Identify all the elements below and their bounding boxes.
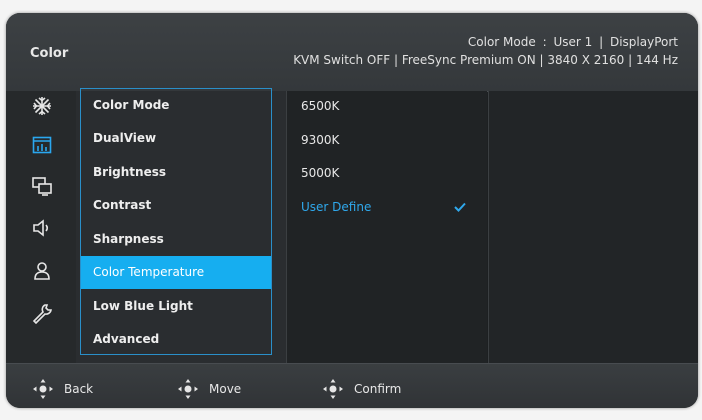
status-line-input: Color Mode : User 1 | DisplayPort bbox=[468, 35, 678, 49]
status-colon: : bbox=[542, 35, 547, 49]
back-label: Back bbox=[64, 382, 94, 396]
page-title: Color bbox=[30, 46, 69, 61]
detail-panel bbox=[488, 91, 698, 363]
status-color-mode-value: User 1 bbox=[553, 35, 593, 49]
wrench-icon[interactable] bbox=[28, 299, 56, 327]
dual-screen-icon[interactable] bbox=[28, 172, 56, 200]
move-button[interactable]: Move bbox=[177, 377, 241, 401]
option-9300k[interactable]: 9300K bbox=[301, 128, 481, 152]
back-button[interactable]: Back bbox=[32, 377, 93, 401]
status-color-mode-label: Color Mode bbox=[467, 35, 536, 49]
status-divider: | bbox=[599, 35, 604, 49]
menu-item-color-mode[interactable]: Color Mode bbox=[81, 89, 271, 122]
confirm-label: Confirm bbox=[354, 382, 402, 396]
menu-item-contrast[interactable]: Contrast bbox=[81, 189, 271, 222]
speaker-icon[interactable] bbox=[28, 214, 56, 242]
menu-item-color-temperature[interactable]: Color Temperature bbox=[81, 256, 271, 289]
status-line-signal: KVM Switch OFF | FreeSync Premium ON | 3… bbox=[293, 53, 678, 67]
joystick-back-icon bbox=[33, 379, 53, 399]
snowflake-icon[interactable] bbox=[28, 92, 56, 120]
confirm-button[interactable]: Confirm bbox=[322, 377, 401, 401]
option-6500k[interactable]: 6500K bbox=[301, 94, 481, 118]
menu-item-sharpness[interactable]: Sharpness bbox=[81, 223, 271, 256]
color-bars-icon[interactable] bbox=[28, 131, 56, 159]
menu-item-advanced[interactable]: Advanced bbox=[81, 323, 271, 356]
checkmark-icon bbox=[452, 199, 468, 215]
joystick-move-icon bbox=[178, 379, 198, 399]
menu-item-brightness[interactable]: Brightness bbox=[81, 156, 271, 189]
menu-item-dualview[interactable]: DualView bbox=[81, 122, 271, 155]
option-5000k[interactable]: 5000K bbox=[301, 161, 481, 185]
status-input-source: DisplayPort bbox=[609, 35, 678, 49]
joystick-confirm-icon bbox=[323, 379, 343, 399]
person-icon[interactable] bbox=[28, 257, 56, 285]
move-label: Move bbox=[209, 382, 242, 396]
menu-item-low-blue-light[interactable]: Low Blue Light bbox=[81, 290, 271, 323]
